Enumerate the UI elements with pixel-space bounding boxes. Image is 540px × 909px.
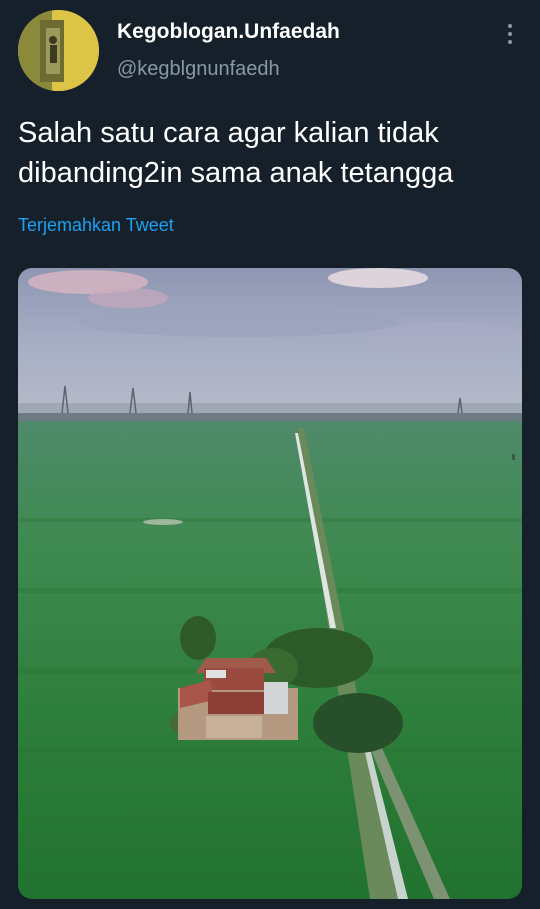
tweet-text: Salah satu cara agar kalian tidak diband… <box>18 113 523 193</box>
avatar-image <box>18 10 99 91</box>
tweet-media-image[interactable] <box>18 268 522 899</box>
more-vertical-icon[interactable] <box>498 20 522 48</box>
avatar[interactable] <box>18 10 99 91</box>
user-handle[interactable]: @kegblgnunfaedh <box>117 58 280 81</box>
display-name[interactable]: Kegoblogan.Unfaedah <box>117 20 340 44</box>
translate-tweet-link[interactable]: Terjemahkan Tweet <box>18 215 174 236</box>
tweet-text-line: dibanding2in sama anak tetangga <box>18 157 454 189</box>
tweet-text-line: Salah satu cara agar kalian tidak <box>18 117 439 149</box>
rice-field-photo <box>18 268 522 899</box>
